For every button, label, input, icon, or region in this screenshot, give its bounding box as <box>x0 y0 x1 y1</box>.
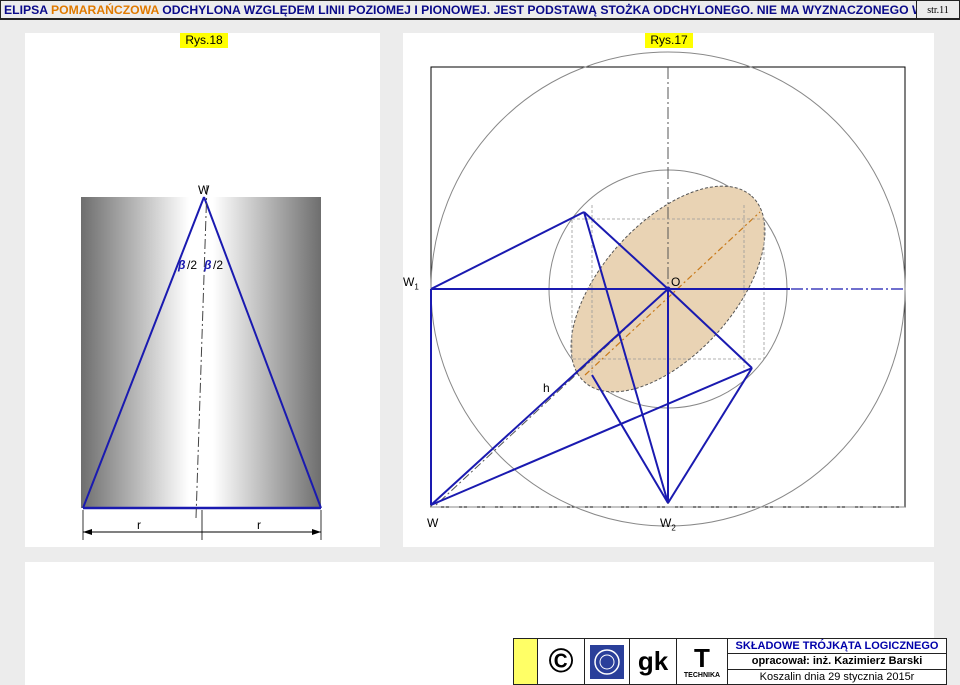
label-center-o: O <box>671 275 681 289</box>
yellow-strip <box>514 639 538 684</box>
title-block: © gk T TECHNIKA SKŁADOWE TRÓJKĄTA LOGICZ… <box>513 638 947 685</box>
label-half-left: /2 <box>187 258 198 272</box>
copyright-icon: © <box>538 639 585 684</box>
label-w2: W2 <box>660 516 676 533</box>
label-w: W <box>427 516 439 530</box>
arrow-left <box>83 529 92 535</box>
label-radius-right: r <box>257 518 261 532</box>
gk-logo: gk <box>630 639 677 684</box>
geometry-drawing <box>81 51 906 540</box>
technika-logo: T TECHNIKA <box>677 639 728 684</box>
center-point <box>665 286 671 292</box>
label-w1: W1 <box>403 275 419 292</box>
info-date: Koszalin dnia 29 stycznia 2015r <box>759 670 915 683</box>
info-author: opracował: inż. Kazimierz Barski <box>728 654 946 670</box>
label-apex-w: W <box>198 183 210 197</box>
label-beta-left: β <box>178 258 186 272</box>
label-height-h: h <box>543 381 550 395</box>
logo-icon <box>585 639 630 684</box>
title-info: SKŁADOWE TRÓJKĄTA LOGICZNEGO opracował: … <box>728 639 946 684</box>
label-beta-right: β <box>204 258 212 272</box>
arrow-right <box>312 529 321 535</box>
label-half-right: /2 <box>213 258 224 272</box>
label-radius-left: r <box>137 518 141 532</box>
info-title: SKŁADOWE TRÓJKĄTA LOGICZNEGO <box>728 639 946 655</box>
